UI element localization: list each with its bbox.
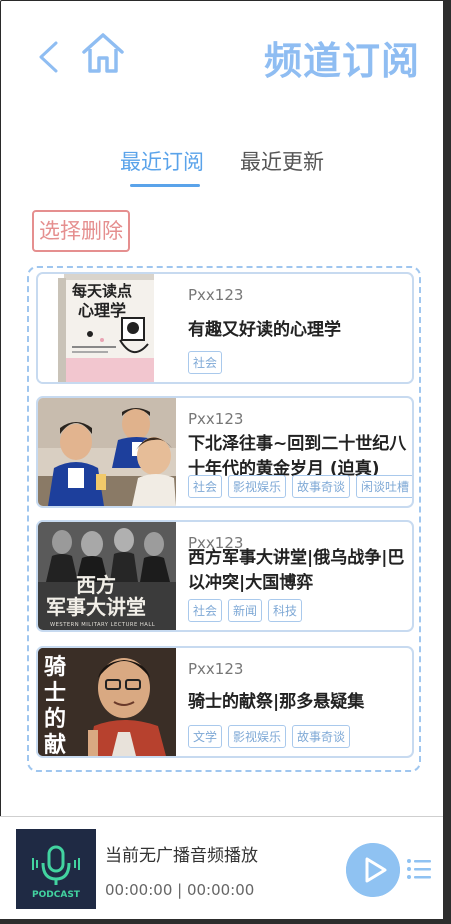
tag-list: 社会 新闻 科技 [188,599,303,622]
top-bar: 频道订阅 [0,0,440,110]
select-delete-button[interactable]: 选择删除 [32,210,130,252]
tab-recent-subscriptions[interactable]: 最近订阅 [120,146,204,176]
channel-author: Pxx123 [188,286,244,304]
svg-text:士: 士 [44,680,66,706]
channel-card[interactable]: 骑 士 的 献 Pxx123 骑士的献祭|那多悬疑集 文学 影视娱乐 故事奇谈 [36,646,414,758]
svg-text:献: 献 [44,732,66,756]
podcast-logo-text: PODCAST [32,890,81,900]
tag[interactable]: 故事奇谈 [292,725,351,748]
channel-title: 有趣又好读的心理学 [188,320,341,340]
tag[interactable]: 科技 [268,599,303,622]
channel-title: 骑士的献祭|那多悬疑集 [188,692,365,712]
channel-cover-image: 每天读点 心理学 [38,274,176,382]
tab-bar: 最近订阅 最近更新 [0,140,440,190]
svg-text:骑: 骑 [44,654,66,680]
tag[interactable]: 故事奇谈 [292,475,351,498]
channel-cover-image: 西方 军事大讲堂 WESTERN MILITARY LECTURE HALL [38,522,176,630]
svg-text:西方: 西方 [76,573,116,597]
tag[interactable]: 文学 [188,725,223,748]
now-playing-text: 当前无广播音频播放 [105,846,258,866]
channel-title: 西方军事大讲堂|俄乌战争|巴以冲突|大国博弈 [188,548,405,593]
channel-cover-image [38,398,176,506]
channel-card[interactable]: Pxx123 下北泽往事~回到二十世纪八十年代的黄金岁月 (迫真) 社会 影视娱… [36,396,414,508]
tag-list: 社会 [188,351,223,374]
channel-author: Pxx123 [188,660,244,678]
svg-text:心理学: 心理学 [78,301,126,320]
podcast-cover-image: PODCAST [16,829,96,909]
home-icon[interactable] [80,30,126,76]
tag[interactable]: 新闻 [228,599,263,622]
tag[interactable]: 影视娱乐 [228,475,287,498]
tag[interactable]: 社会 [188,475,223,498]
back-arrow-icon[interactable] [36,40,60,74]
playlist-icon[interactable] [406,857,432,881]
tag[interactable]: 影视娱乐 [228,725,287,748]
frame-edge-right [443,0,451,924]
play-button[interactable] [346,843,400,897]
svg-text:军事大讲堂: 军事大讲堂 [46,595,146,619]
active-tab-indicator [130,184,200,187]
playback-time: 00:00:00 | 00:00:00 [105,881,255,899]
channel-cover-image: 骑 士 的 献 [38,648,176,756]
channel-list: 每天读点 心理学 Pxx123 有趣又好读的心理学 社会 Pxx123 下北泽往… [27,266,421,772]
tag[interactable]: 闲谈吐槽 [356,475,412,498]
page-title: 频道订阅 [263,39,420,83]
tag-list: 社会 影视娱乐 故事奇谈 闲谈吐槽 [188,475,412,498]
tag[interactable]: 社会 [188,351,223,374]
channel-author: Pxx123 [188,410,244,428]
svg-text:的: 的 [44,706,66,732]
tag-list: 文学 影视娱乐 故事奇谈 [188,725,351,748]
channel-card[interactable]: 每天读点 心理学 Pxx123 有趣又好读的心理学 社会 [36,272,414,384]
channel-card[interactable]: 西方 军事大讲堂 WESTERN MILITARY LECTURE HALL P… [36,520,414,632]
svg-text:每天读点: 每天读点 [72,282,132,300]
tag[interactable]: 社会 [188,599,223,622]
svg-text:WESTERN MILITARY LECTURE HALL: WESTERN MILITARY LECTURE HALL [50,622,155,628]
tab-recent-updates[interactable]: 最近更新 [240,146,324,176]
audio-player-bar: PODCAST 当前无广播音频播放 00:00:00 | 00:00:00 [0,816,443,919]
